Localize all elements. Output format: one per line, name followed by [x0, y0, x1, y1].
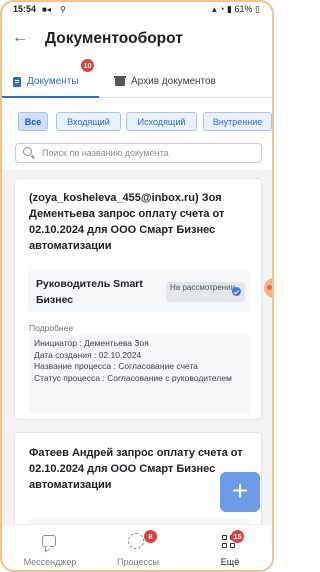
archive-icon: [114, 75, 126, 86]
approver-box: Руководитель Smart Бизнес На рассмотрени…: [28, 270, 250, 312]
nav-processes[interactable]: Процессы: [106, 525, 170, 570]
detail-created: Дата создания : 02.10.2024: [34, 349, 142, 360]
detail-initiator: Инициатор : Дементьева Зоя: [34, 338, 149, 348]
check-circle-icon: [232, 287, 241, 296]
approver-role: Руководитель Smart Бизнес: [36, 278, 143, 306]
tab-documents[interactable]: Документы: [13, 65, 79, 98]
nav-more-badge: 15: [231, 530, 244, 543]
document-card[interactable]: (zoya_kosheleva_455@inbox.ru) Зоя Демент…: [14, 178, 262, 420]
nav-processes-label: Процессы: [116, 557, 159, 567]
status-right: ▴ ◔ ▮ 61% ▯: [212, 4, 260, 15]
tab-archive[interactable]: Архив документов: [114, 65, 216, 98]
document-title: (zoya_kosheleva_455@inbox.ru) Зоя Демент…: [29, 192, 225, 252]
nav-more-label: Ещё: [220, 557, 240, 567]
tab-archive-label: Архив документов: [131, 76, 216, 87]
nav-processes-badge: 8: [144, 530, 157, 543]
arrow-left-icon[interactable]: ←: [12, 29, 28, 47]
camera-icon: ■◂: [42, 5, 51, 14]
nav-more[interactable]: Ещё: [198, 525, 262, 570]
filter-chips: Все Входящий Исходящий Внутренние: [2, 112, 272, 132]
details-box: Инициатор : Дементьева Зоя Дата создания…: [29, 335, 250, 413]
signal-icon: ▴ ◔ ▮: [212, 4, 232, 14]
document-list: (zoya_kosheleva_455@inbox.ru) Зоя Демент…: [2, 170, 272, 524]
add-button[interactable]: +: [220, 472, 260, 512]
tab-documents-label: Документы: [27, 76, 79, 87]
filter-internal[interactable]: Внутренние: [203, 112, 272, 131]
chat-icon: [42, 535, 56, 547]
app-frame: 15:54 ■◂ ⚲ ▴ ◔ ▮ 61% ▯ ← Документооборот…: [0, 0, 274, 572]
battery-level: 61%: [234, 4, 253, 14]
tab-documents-badge: 10: [81, 59, 94, 72]
document-icon: [13, 76, 21, 87]
details-label[interactable]: Подробнее: [29, 323, 73, 333]
status-badge: На рассмотрении: [166, 282, 245, 302]
page-title: Документооборот: [45, 30, 183, 47]
filter-outgoing[interactable]: Исходящий: [126, 112, 197, 131]
tab-bar: Документы Архив документов: [2, 65, 272, 98]
search-status-icon: ⚲: [60, 5, 66, 14]
filter-all[interactable]: Все: [18, 112, 48, 131]
search-input[interactable]: [42, 146, 252, 160]
process-icon: [128, 533, 144, 549]
detail-process-name: Название процесса : Согласование счета: [34, 361, 198, 372]
detail-process-status: Статус процесса : Согласование с руковод…: [34, 373, 232, 384]
battery-icon: ▯: [255, 4, 260, 14]
search-box: [15, 143, 262, 163]
status-text: На рассмотрении: [170, 283, 236, 292]
search-icon: [23, 147, 32, 156]
filter-incoming[interactable]: Входящий: [56, 112, 121, 131]
nav-messenger[interactable]: Мессенджер: [18, 525, 82, 570]
status-time: 15:54: [13, 4, 37, 14]
status-bar: 15:54 ■◂ ⚲ ▴ ◔ ▮ 61% ▯: [2, 2, 272, 18]
active-tab-indicator: [2, 96, 99, 98]
bottom-nav: Мессенджер Процессы Ещё: [2, 524, 272, 570]
nav-messenger-label: Мессенджер: [23, 557, 77, 567]
